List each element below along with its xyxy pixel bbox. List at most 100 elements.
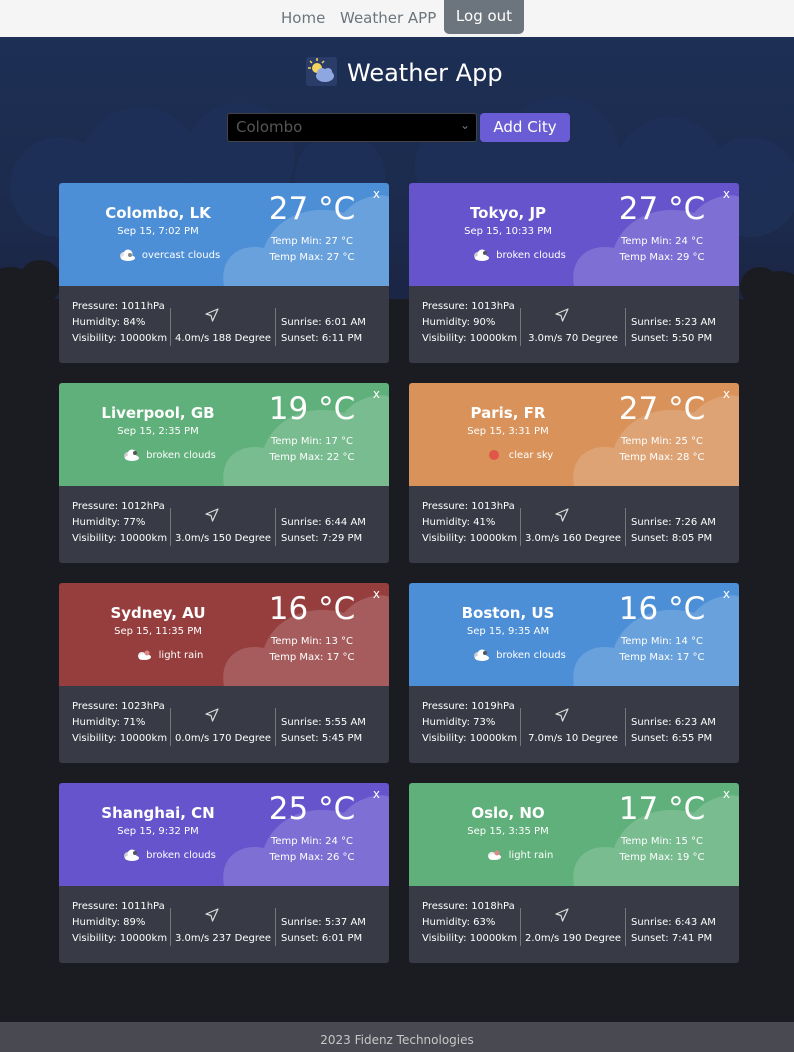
wind-direction-icon: [555, 908, 569, 922]
humidity: Humidity: 84%: [72, 317, 146, 328]
wind-direction-icon: [555, 508, 569, 522]
city-name: Paris, FR: [470, 404, 546, 422]
temp-max: Temp Max: 29 °C: [619, 252, 705, 263]
temp-min: Temp Min: 24 °C: [620, 236, 703, 247]
city-name: Shanghai, CN: [101, 804, 215, 822]
sun-times: Sunrise: 5:37 AM Sunset: 6:01 PM: [281, 915, 366, 947]
close-card-button[interactable]: x: [373, 787, 380, 801]
weather-description: overcast clouds: [59, 249, 279, 261]
logout-button[interactable]: Log out: [444, 0, 524, 34]
wind-info: 7.0m/s 10 Degree: [528, 733, 618, 744]
divider: [275, 308, 276, 346]
wind-info: 3.0m/s 150 Degree: [174, 533, 272, 544]
weather-card-header: x Sydney, AU Sep 15, 11:35 PM light rain 16 …: [59, 583, 389, 686]
close-card-button[interactable]: x: [723, 587, 730, 601]
temperature: 27 °C: [618, 191, 706, 227]
sunset: Sunset: 6:01 PM: [281, 933, 363, 944]
clear-sky-icon: [485, 449, 503, 461]
temperature: 16 °C: [618, 591, 706, 627]
close-card-button[interactable]: x: [723, 787, 730, 801]
broken-clouds-icon: [472, 249, 490, 261]
close-card-button[interactable]: x: [723, 387, 730, 401]
nav-weather-app-link[interactable]: Weather APP: [340, 9, 436, 27]
sunset: Sunset: 7:41 PM: [631, 933, 713, 944]
wind-info: 3.0m/s 70 Degree: [528, 333, 618, 344]
weather-description: light rain: [409, 849, 629, 861]
temp-max: Temp Max: 26 °C: [269, 852, 355, 863]
atmosphere-details: Pressure: 1013hPa Humidity: 90% Visibility…: [422, 299, 517, 347]
weather-card-header: x Tokyo, JP Sep 15, 10:33 PM broken clouds 2…: [409, 183, 739, 286]
description-text: broken clouds: [496, 250, 566, 261]
wind-direction-icon: [555, 708, 569, 722]
city-name: Boston, US: [461, 604, 555, 622]
city-name: Tokyo, JP: [469, 204, 547, 222]
weather-card-header: x Shanghai, CN Sep 15, 9:32 PM broken cloud…: [59, 783, 389, 886]
weather-card-details: Pressure: 1013hPa Humidity: 90% Visibility…: [409, 286, 739, 363]
close-card-button[interactable]: x: [723, 187, 730, 201]
wind-direction-icon: [205, 508, 219, 522]
temp-min: Temp Min: 13 °C: [270, 636, 353, 647]
humidity: Humidity: 89%: [72, 917, 146, 928]
temperature: 25 °C: [268, 791, 356, 827]
top-navbar: Home Weather APP Log out: [0, 0, 794, 37]
sunrise: Sunrise: 6:23 AM: [631, 717, 716, 728]
nav-home-link[interactable]: Home: [281, 9, 325, 27]
sunrise: Sunrise: 5:23 AM: [631, 317, 716, 328]
close-card-button[interactable]: x: [373, 187, 380, 201]
sun-times: Sunrise: 6:01 AM Sunset: 6:11 PM: [281, 315, 366, 347]
weather-card: x Boston, US Sep 15, 9:35 AM broken clouds 1…: [409, 583, 739, 763]
weather-card-details: Pressure: 1012hPa Humidity: 77% Visibility…: [59, 486, 389, 563]
humidity: Humidity: 63%: [422, 917, 496, 928]
temp-min: Temp Min: 27 °C: [270, 236, 353, 247]
wind-info: 3.0m/s 237 Degree: [174, 933, 272, 944]
sun-times: Sunrise: 6:44 AM Sunset: 7:29 PM: [281, 515, 366, 547]
city-name: Oslo, NO: [471, 804, 545, 822]
close-card-button[interactable]: x: [373, 387, 380, 401]
light-rain-icon: [135, 649, 153, 661]
date-time: Sep 15, 3:31 PM: [467, 426, 549, 437]
city-select[interactable]: Colombo ⌄: [227, 113, 477, 142]
sunset: Sunset: 7:29 PM: [281, 533, 363, 544]
app-logo: [306, 57, 337, 86]
close-card-button[interactable]: x: [373, 587, 380, 601]
pressure: Pressure: 1023hPa: [72, 701, 165, 712]
sunset: Sunset: 6:55 PM: [631, 733, 713, 744]
pressure: Pressure: 1012hPa: [72, 501, 165, 512]
sunset: Sunset: 6:11 PM: [281, 333, 363, 344]
chevron-down-icon: ⌄: [459, 118, 470, 132]
atmosphere-details: Pressure: 1012hPa Humidity: 77% Visibility…: [72, 499, 167, 547]
weather-card: x Oslo, NO Sep 15, 3:35 PM light rain 17 °C T…: [409, 783, 739, 963]
date-time: Sep 15, 3:35 PM: [467, 826, 549, 837]
temp-min: Temp Min: 24 °C: [270, 836, 353, 847]
weather-description: broken clouds: [409, 249, 629, 261]
sunrise: Sunrise: 7:26 AM: [631, 517, 716, 528]
atmosphere-details: Pressure: 1018hPa Humidity: 63% Visibility…: [422, 899, 517, 947]
weather-card-header: x Boston, US Sep 15, 9:35 AM broken clouds 1…: [409, 583, 739, 686]
city-name: Sydney, AU: [110, 604, 206, 622]
overcast-clouds-icon: [118, 249, 136, 261]
temp-max: Temp Max: 17 °C: [619, 652, 705, 663]
temperature: 17 °C: [618, 791, 706, 827]
weather-card: x Colombo, LK Sep 15, 7:02 PM overcast clou…: [59, 183, 389, 363]
atmosphere-details: Pressure: 1011hPa Humidity: 84% Visibility…: [72, 299, 167, 347]
sunset: Sunset: 8:05 PM: [631, 533, 713, 544]
divider: [275, 908, 276, 946]
temperature: 27 °C: [268, 191, 356, 227]
description-text: overcast clouds: [141, 250, 221, 261]
date-time: Sep 15, 9:32 PM: [117, 826, 199, 837]
sunset: Sunset: 5:50 PM: [631, 333, 713, 344]
weather-card-details: Pressure: 1023hPa Humidity: 71% Visibility…: [59, 686, 389, 763]
sunrise: Sunrise: 6:44 AM: [281, 517, 366, 528]
atmosphere-details: Pressure: 1019hPa Humidity: 73% Visibility…: [422, 699, 517, 747]
date-time: Sep 15, 7:02 PM: [117, 226, 199, 237]
broken-clouds-icon: [122, 849, 140, 861]
temp-min: Temp Min: 14 °C: [620, 636, 703, 647]
pressure: Pressure: 1013hPa: [422, 501, 515, 512]
description-text: light rain: [158, 650, 204, 661]
date-time: Sep 15, 10:33 PM: [464, 226, 552, 237]
add-city-button[interactable]: Add City: [480, 113, 570, 142]
date-time: Sep 15, 2:35 PM: [117, 426, 199, 437]
temp-min: Temp Min: 25 °C: [620, 436, 703, 447]
description-text: broken clouds: [146, 850, 216, 861]
divider: [625, 308, 626, 346]
